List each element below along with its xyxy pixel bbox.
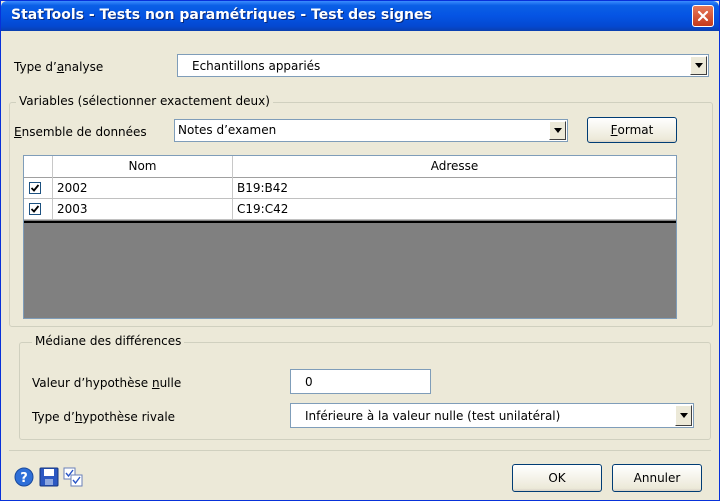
row-checkbox[interactable]: [29, 182, 41, 194]
svg-text:?: ?: [20, 471, 28, 486]
null-hypothesis-value: 0: [305, 375, 313, 389]
alternative-hypothesis-select[interactable]: Inférieure à la valeur nulle (test unila…: [290, 403, 694, 428]
preferences-icon[interactable]: [63, 467, 83, 487]
grid-header: Nom Adresse: [24, 156, 676, 178]
row-check-cell: [24, 199, 53, 219]
alternative-hypothesis-label: Type d’hypothèse rivale: [32, 410, 176, 424]
alternative-hypothesis-dropdown-button[interactable]: [675, 405, 692, 426]
dataset-dropdown-button[interactable]: [549, 121, 566, 140]
variables-grid: Nom Adresse 2002 B19:B42 2003 C19:C42: [23, 155, 677, 319]
variables-group-title: Variables (sélectionner exactement deux): [16, 94, 273, 108]
table-row[interactable]: 2003 C19:C42: [24, 199, 676, 220]
dataset-select[interactable]: Notes d’examen: [174, 119, 568, 142]
alternative-hypothesis-value: Inférieure à la valeur nulle (test unila…: [305, 409, 561, 423]
dataset-label: Ensemble de données: [14, 125, 147, 139]
row-address: C19:C42: [237, 202, 289, 216]
close-button[interactable]: [692, 5, 714, 27]
chevron-down-icon: [553, 128, 562, 133]
checkmark-icon: [30, 184, 40, 192]
dataset-value: Notes d’examen: [178, 123, 277, 137]
footer-divider: [9, 450, 711, 451]
close-icon: [697, 10, 709, 22]
row-check-cell: [24, 178, 53, 198]
grid-header-address: Adresse: [430, 159, 479, 173]
grid-separator: [24, 221, 676, 223]
analysis-type-value: Echantillons appariés: [192, 59, 321, 73]
window-title: StatTools - Tests non paramétriques - Te…: [11, 7, 432, 23]
format-button[interactable]: Format: [587, 117, 677, 143]
analysis-type-label: Type d’analyse: [14, 60, 104, 74]
help-icon[interactable]: ?: [14, 467, 34, 487]
cancel-button[interactable]: Annuler: [612, 464, 702, 492]
title-bar[interactable]: StatTools - Tests non paramétriques - Te…: [1, 1, 719, 31]
analysis-type-select[interactable]: Echantillons appariés: [177, 54, 709, 77]
row-address: B19:B42: [237, 181, 289, 195]
save-icon[interactable]: [39, 467, 59, 487]
row-name: 2003: [53, 199, 233, 219]
row-name: 2002: [53, 178, 233, 198]
ok-button[interactable]: OK: [512, 464, 602, 492]
null-hypothesis-label: Valeur d’hypothèse nulle: [32, 376, 182, 390]
analysis-type-dropdown-button[interactable]: [690, 56, 707, 75]
dialog-window: StatTools - Tests non paramétriques - Te…: [0, 0, 720, 501]
null-hypothesis-input[interactable]: 0: [290, 369, 431, 394]
grid-header-name: Nom: [53, 156, 233, 178]
table-row[interactable]: 2002 B19:B42: [24, 178, 676, 199]
grid-header-check: [24, 156, 53, 178]
median-group-title: Médiane des différences: [32, 334, 185, 348]
chevron-down-icon: [694, 63, 703, 68]
chevron-down-icon: [679, 413, 688, 418]
checkmark-icon: [30, 205, 40, 213]
row-checkbox[interactable]: [29, 203, 41, 215]
